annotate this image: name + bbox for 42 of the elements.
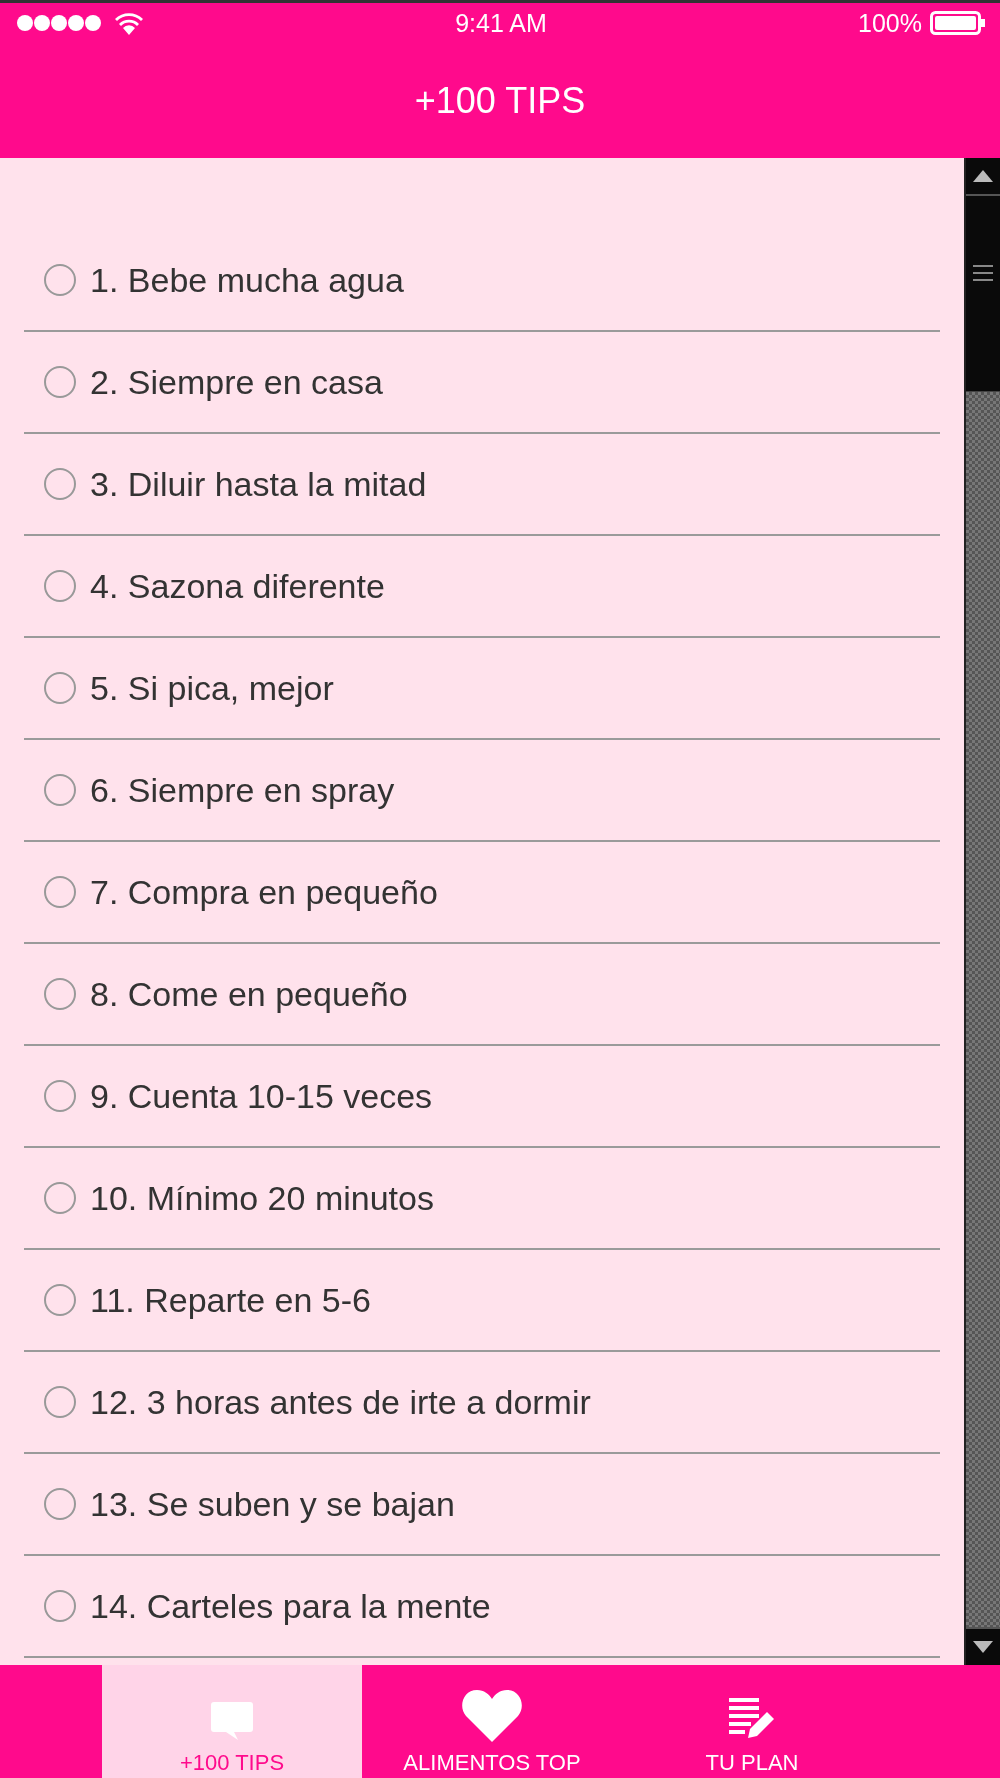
radio-button[interactable] <box>44 264 76 296</box>
screen-title: +100 TIPS <box>414 79 586 122</box>
tip-label[interactable]: 7. Compra en pequeño <box>90 872 438 912</box>
tip-label[interactable]: 13. Se suben y se bajan <box>90 1484 455 1524</box>
radio-button[interactable] <box>44 570 76 602</box>
heart-icon <box>461 1688 523 1742</box>
scroll-up-icon[interactable] <box>973 170 993 182</box>
tip-label[interactable]: 4. Sazona diferente <box>90 566 385 606</box>
tip-label[interactable]: 8. Come en pequeño <box>90 974 408 1014</box>
radio-button[interactable] <box>44 1182 76 1214</box>
radio-button[interactable] <box>44 1488 76 1520</box>
tip-label[interactable]: 9. Cuenta 10-15 veces <box>90 1076 433 1116</box>
tip-label[interactable]: 6. Siempre en spray <box>90 770 395 810</box>
radio-button[interactable] <box>44 366 76 398</box>
tip-label[interactable]: 2. Siempre en casa <box>90 362 383 402</box>
status-time: 9:41 AM <box>455 8 547 38</box>
radio-button[interactable] <box>44 468 76 500</box>
tip-label[interactable]: 11. Reparte en 5-6 <box>90 1280 371 1320</box>
battery-percent: 100% <box>858 8 922 38</box>
battery-icon <box>930 11 986 35</box>
grip-icon <box>973 264 993 281</box>
tip-label[interactable]: 12. 3 horas antes de irte a dormir <box>90 1382 591 1422</box>
tip-label[interactable]: 10. Mínimo 20 minutos <box>90 1178 434 1218</box>
tip-label[interactable]: 3. Diluir hasta la mitad <box>90 464 427 504</box>
radio-button[interactable] <box>44 876 76 908</box>
radio-button[interactable] <box>44 1386 76 1418</box>
radio-button[interactable] <box>44 1590 76 1622</box>
tab-button[interactable]: ALIMENTOS TOP <box>362 1665 622 1778</box>
speech-bubble-icon <box>210 1700 254 1742</box>
radio-button[interactable] <box>44 1284 76 1316</box>
tip-label[interactable]: 14. Carteles para la mente <box>90 1586 491 1626</box>
scrollbar[interactable] <box>964 158 1000 1665</box>
tab-button[interactable]: TU PLAN <box>622 1665 882 1778</box>
tip-label[interactable]: 1. Bebe mucha agua <box>90 260 404 300</box>
wifi-icon <box>114 11 144 35</box>
radio-button[interactable] <box>44 672 76 704</box>
radio-button[interactable] <box>44 978 76 1010</box>
radio-button[interactable] <box>44 774 76 806</box>
scroll-thumb[interactable] <box>966 196 1000 392</box>
radio-button[interactable] <box>44 1080 76 1112</box>
tip-label[interactable]: 5. Si pica, mejor <box>90 668 334 708</box>
scroll-down-icon[interactable] <box>973 1641 993 1653</box>
